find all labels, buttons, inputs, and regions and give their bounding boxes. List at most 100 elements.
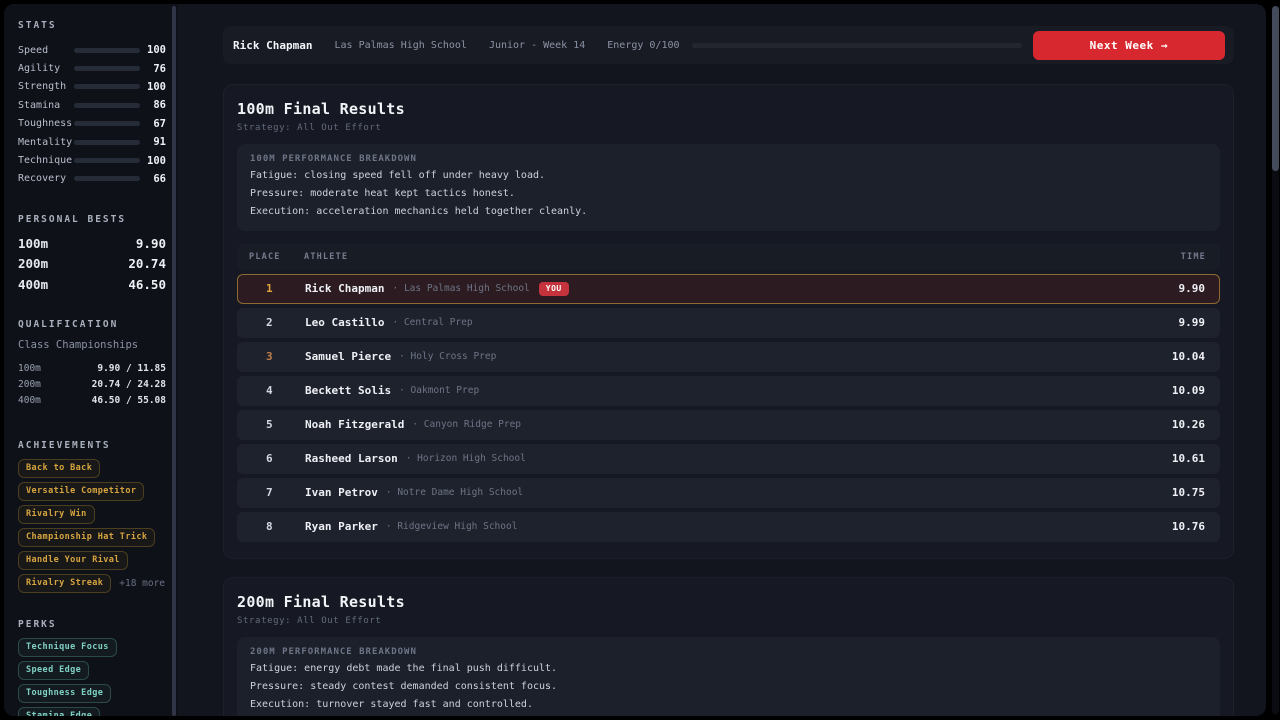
perk-badge: Technique Focus — [18, 638, 117, 657]
result-time: 10.09 — [1172, 384, 1205, 397]
energy-bar — [692, 43, 1022, 48]
result-row: 3 Samuel Pierce Holy Cross Prep 10.04 — [237, 342, 1220, 372]
athlete-name: Beckett Solis — [305, 384, 391, 397]
section-title: 100m Final Results — [237, 100, 1220, 118]
qual-value: 46.50 / 55.08 — [92, 395, 166, 406]
breakdown-line: Execution: turnover stayed fast and cont… — [250, 698, 1207, 711]
personal-best-row: 100m 9.90 — [18, 233, 166, 254]
stat-bar — [74, 48, 140, 53]
achievement-badge: Championship Hat Trick — [18, 528, 155, 547]
window-scrollbar[interactable] — [1272, 6, 1279, 714]
result-time: 10.04 — [1172, 350, 1205, 363]
stat-value: 100 — [140, 44, 166, 56]
personal-bests-list: 100m 9.90 200m 20.74 400m 46.50 — [18, 233, 166, 295]
stat-label: Technique — [18, 155, 74, 166]
stat-label: Toughness — [18, 118, 74, 129]
result-row: 7 Ivan Petrov Notre Dame High School 10.… — [237, 478, 1220, 508]
achievement-badge: Back to Back — [18, 459, 100, 478]
athlete-name: Ivan Petrov — [305, 486, 378, 499]
athlete-name: Rick Chapman — [233, 39, 312, 52]
place-number: 7 — [250, 486, 305, 499]
result-row: 2 Leo Castillo Central Prep 9.99 — [237, 308, 1220, 338]
perk-badge: Stamina Edge — [18, 707, 100, 716]
perks-list: Technique FocusSpeed EdgeToughness EdgeS… — [18, 638, 168, 716]
stat-row: Speed 100 — [18, 41, 166, 59]
place-number: 6 — [250, 452, 305, 465]
stat-bar — [74, 140, 140, 145]
next-week-button[interactable]: Next Week → — [1033, 31, 1225, 60]
athlete-name: Samuel Pierce — [305, 350, 391, 363]
place-number: 4 — [250, 384, 305, 397]
athlete-school: Canyon Ridge Prep — [412, 419, 521, 430]
pb-event: 100m — [18, 236, 48, 251]
result-row: 8 Ryan Parker Ridgeview High School 10.7… — [237, 512, 1220, 542]
stat-bar — [74, 158, 140, 163]
stat-value: 66 — [140, 173, 166, 185]
qualification-row: 200m 20.74 / 24.28 — [18, 377, 166, 393]
stat-bar — [74, 103, 140, 108]
qual-value: 9.90 / 11.85 — [97, 363, 166, 374]
achievements-title: ACHIEVEMENTS — [18, 440, 166, 451]
athlete-name: Rick Chapman — [305, 282, 384, 295]
result-row: 4 Beckett Solis Oakmont Prep 10.09 — [237, 376, 1220, 406]
qualification-row: 400m 46.50 / 55.08 — [18, 393, 166, 409]
qual-event: 400m — [18, 395, 41, 406]
result-row: 6 Rasheed Larson Horizon High School 10.… — [237, 444, 1220, 474]
breakdown-line: Fatigue: energy debt made the final push… — [250, 662, 1207, 675]
achievements-list: Back to BackVersatile CompetitorRivalry … — [18, 459, 166, 593]
breakdown-line: Fatigue: closing speed fell off under he… — [250, 169, 1207, 182]
personal-best-row: 400m 46.50 — [18, 274, 166, 295]
race-results-100m: 100m Final Results Strategy: All Out Eff… — [223, 84, 1234, 559]
pb-time: 46.50 — [128, 277, 166, 292]
perks-title: PERKS — [18, 619, 166, 630]
athlete-school: Ridgeview High School — [386, 521, 518, 532]
athlete-school: Horizon High School — [406, 453, 526, 464]
stat-row: Strength 100 — [18, 78, 166, 96]
qual-event: 100m — [18, 363, 41, 374]
athlete-school: Central Prep — [392, 317, 472, 328]
stat-label: Mentality — [18, 137, 74, 148]
stat-bar — [74, 176, 140, 181]
stat-bar — [74, 84, 140, 89]
performance-breakdown: 200M PERFORMANCE BREAKDOWN Fatigue: ener… — [237, 637, 1220, 716]
place-number: 3 — [250, 350, 305, 363]
achievement-badge: Handle Your Rival — [18, 551, 128, 570]
stat-value: 86 — [140, 99, 166, 111]
athlete-school: Notre Dame High School — [386, 487, 523, 498]
qual-event: 200m — [18, 379, 41, 390]
qualification-list: 100m 9.90 / 11.85 200m 20.74 / 24.28 400… — [18, 361, 166, 409]
stat-label: Agility — [18, 63, 74, 74]
athlete-school: Las Palmas High School — [392, 283, 529, 294]
perk-badge: Toughness Edge — [18, 684, 111, 703]
result-time: 10.76 — [1172, 520, 1205, 533]
qualification-title: QUALIFICATION — [18, 319, 166, 330]
pb-event: 400m — [18, 277, 48, 292]
breakdown-line: Pressure: steady contest demanded consis… — [250, 680, 1207, 693]
athlete-school: Holy Cross Prep — [399, 351, 496, 362]
place-number: 1 — [250, 282, 305, 295]
window-scrollbar-thumb[interactable] — [1272, 6, 1279, 171]
result-time: 10.61 — [1172, 452, 1205, 465]
stat-row: Toughness 67 — [18, 115, 166, 133]
athlete-sidebar: STATS Speed 100 Agility 76 Strength 100 … — [4, 4, 172, 716]
sidebar-scrollbar-thumb[interactable] — [172, 6, 176, 716]
pb-time: 20.74 — [128, 256, 166, 271]
results-table-header: PLACE ATHLETE TIME — [237, 244, 1220, 270]
athlete-column-header: ATHLETE — [304, 252, 348, 262]
achievement-badge: Versatile Competitor — [18, 482, 144, 501]
strategy-label: Strategy: All Out Effort — [237, 616, 1220, 626]
place-column-header: PLACE — [249, 252, 304, 262]
stat-value: 100 — [140, 81, 166, 93]
app-window: STATS Speed 100 Agility 76 Strength 100 … — [4, 4, 1266, 716]
stat-row: Technique 100 — [18, 151, 166, 169]
place-number: 2 — [250, 316, 305, 329]
result-row: 1 Rick Chapman Las Palmas High School YO… — [237, 274, 1220, 304]
stat-label: Stamina — [18, 100, 74, 111]
race-results-200m: 200m Final Results Strategy: All Out Eff… — [223, 577, 1234, 716]
achievements-more-label: +18 more — [119, 578, 165, 589]
stat-label: Strength — [18, 81, 74, 92]
breakdown-title: 100M PERFORMANCE BREAKDOWN — [250, 154, 1207, 164]
stats-list: Speed 100 Agility 76 Strength 100 Stamin… — [18, 41, 166, 188]
stat-value: 67 — [140, 118, 166, 130]
place-number: 5 — [250, 418, 305, 431]
